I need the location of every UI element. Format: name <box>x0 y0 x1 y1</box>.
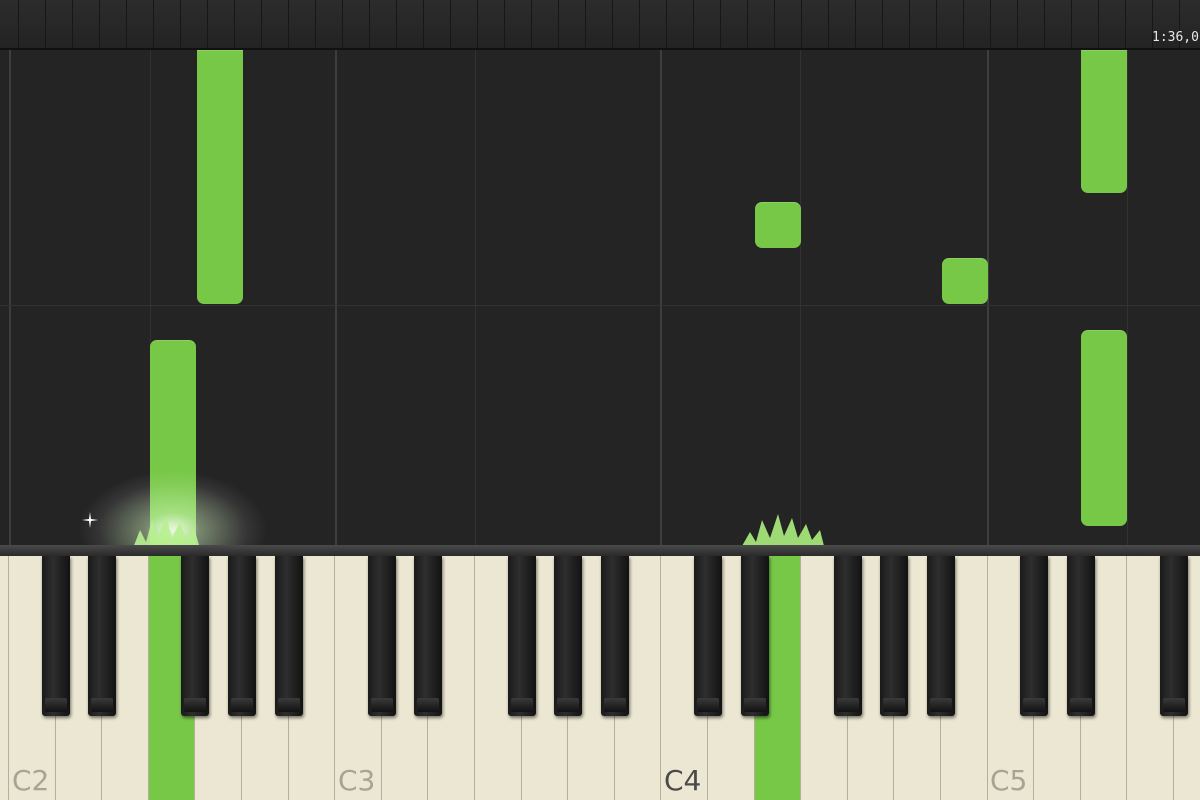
black-key[interactable] <box>507 556 536 716</box>
timeline-tick <box>18 0 19 48</box>
octave-label-c4: C4 <box>664 764 702 797</box>
black-key[interactable] <box>274 556 303 716</box>
timeline-tick <box>963 0 964 48</box>
timeline-tick <box>45 0 46 48</box>
timeline-tick <box>1017 0 1018 48</box>
grid-line <box>1127 50 1128 545</box>
timeline-tick <box>612 0 613 48</box>
timeline-tick <box>450 0 451 48</box>
black-key[interactable] <box>694 556 722 716</box>
black-key[interactable] <box>41 556 70 716</box>
timeline-tick <box>828 0 829 48</box>
timeline-tick <box>234 0 235 48</box>
timeline-tick <box>1125 0 1126 48</box>
timeline-tick <box>909 0 910 48</box>
black-key[interactable] <box>1160 556 1188 716</box>
timeline-tick <box>99 0 100 48</box>
falling-note <box>150 340 196 545</box>
timeline-tick <box>423 0 424 48</box>
black-key[interactable] <box>1020 556 1049 716</box>
falling-note <box>942 258 988 304</box>
timeline-tick <box>504 0 505 48</box>
timeline-tick <box>261 0 262 48</box>
timeline-tick <box>990 0 991 48</box>
black-key[interactable] <box>927 556 955 716</box>
octave-label-c5: C5 <box>990 764 1028 797</box>
timeline-tick <box>720 0 721 48</box>
grid-line <box>475 50 476 545</box>
timeline-tick <box>585 0 586 48</box>
falling-note <box>1081 330 1127 526</box>
timeline-tick <box>396 0 397 48</box>
black-key[interactable] <box>414 556 443 716</box>
timeline-tick <box>342 0 343 48</box>
note-roll <box>0 50 1200 545</box>
black-key[interactable] <box>88 556 117 716</box>
octave-grid-line <box>9 50 11 545</box>
timeline-tick <box>1098 0 1099 48</box>
black-key[interactable] <box>600 556 629 716</box>
octave-label-c3: C3 <box>338 764 376 797</box>
falling-note <box>755 202 801 248</box>
timeline-tick <box>774 0 775 48</box>
sparkle-icon <box>82 512 98 528</box>
black-key[interactable] <box>1066 556 1095 716</box>
falling-note <box>1081 50 1127 193</box>
octave-grid-line <box>660 50 662 545</box>
timeline-tick <box>477 0 478 48</box>
timeline-tick <box>1044 0 1045 48</box>
black-key[interactable] <box>880 556 909 716</box>
timeline-tick <box>882 0 883 48</box>
timeline-tick <box>936 0 937 48</box>
timeline-tick <box>1071 0 1072 48</box>
timeline-ticks <box>0 0 1200 48</box>
timeline-tick <box>558 0 559 48</box>
piano-keyboard[interactable]: C2 C3 C4 C5 <box>0 556 1200 800</box>
grid-line <box>800 50 801 545</box>
white-key[interactable] <box>0 556 9 800</box>
octave-label-c2: C2 <box>12 764 50 797</box>
hit-burst <box>742 514 824 545</box>
timeline-tick <box>126 0 127 48</box>
octave-grid-line <box>335 50 337 545</box>
timeline-tick <box>207 0 208 48</box>
timeline-tick <box>315 0 316 48</box>
elapsed-time: 1:36,0 <box>1152 30 1199 45</box>
falling-note <box>197 50 243 304</box>
timeline-tick <box>666 0 667 48</box>
black-key[interactable] <box>181 556 210 716</box>
black-key[interactable] <box>833 556 862 716</box>
timeline-tick <box>801 0 802 48</box>
timeline-tick <box>639 0 640 48</box>
timeline-tick <box>369 0 370 48</box>
black-key[interactable] <box>228 556 256 716</box>
timeline-tick <box>855 0 856 48</box>
measure-line <box>0 305 1200 306</box>
timeline-bar[interactable]: 1:36,0 <box>0 0 1200 50</box>
timeline-tick <box>531 0 532 48</box>
black-key[interactable] <box>554 556 583 716</box>
timeline-tick <box>693 0 694 48</box>
timeline-tick <box>747 0 748 48</box>
timeline-tick <box>153 0 154 48</box>
timeline-tick <box>72 0 73 48</box>
black-key[interactable] <box>367 556 396 716</box>
timeline-tick <box>180 0 181 48</box>
black-key[interactable] <box>740 556 769 716</box>
timeline-tick <box>288 0 289 48</box>
